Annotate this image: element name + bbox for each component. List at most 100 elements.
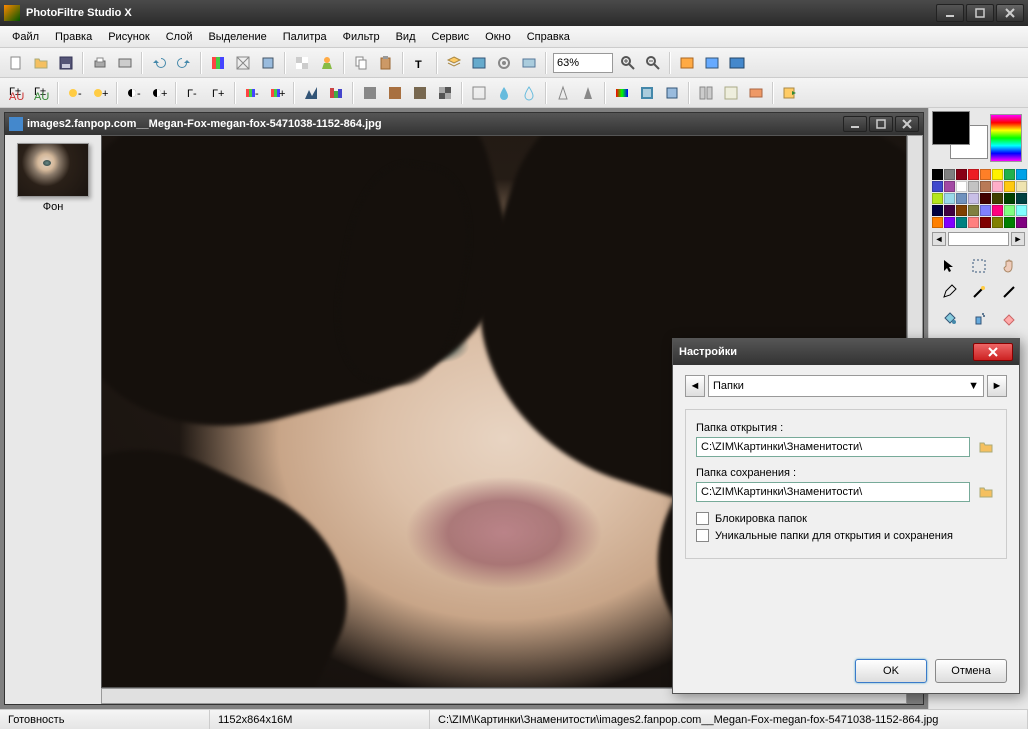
- menu-tools[interactable]: Сервис: [424, 29, 478, 45]
- gamma-minus-icon[interactable]: Γ±AUTO: [4, 81, 28, 105]
- color-swatch[interactable]: [1004, 181, 1015, 192]
- maximize-button[interactable]: [966, 4, 994, 22]
- export-icon[interactable]: [778, 81, 802, 105]
- module3-icon[interactable]: [744, 81, 768, 105]
- color-swatch[interactable]: [932, 169, 943, 180]
- minimize-button[interactable]: [936, 4, 964, 22]
- grayscale-icon[interactable]: [358, 81, 382, 105]
- menu-palette[interactable]: Палитра: [275, 29, 335, 45]
- spectrum-picker[interactable]: [990, 114, 1022, 162]
- antialias-icon[interactable]: [467, 81, 491, 105]
- menu-help[interactable]: Справка: [519, 29, 578, 45]
- color-swatch[interactable]: [956, 169, 967, 180]
- unique-folders-checkbox[interactable]: [696, 529, 709, 542]
- color-swatch[interactable]: [932, 181, 943, 192]
- close-button[interactable]: [996, 4, 1024, 22]
- color-swatch[interactable]: [932, 193, 943, 204]
- reinforce-icon[interactable]: [576, 81, 600, 105]
- run-icon[interactable]: [315, 51, 339, 75]
- paste-icon[interactable]: [374, 51, 398, 75]
- menu-layer[interactable]: Слой: [158, 29, 201, 45]
- color-swatch[interactable]: [944, 217, 955, 228]
- menu-image[interactable]: Рисунок: [100, 29, 158, 45]
- tab-select[interactable]: Папки▼: [708, 375, 984, 397]
- copy-icon[interactable]: [349, 51, 373, 75]
- open-folder-input[interactable]: [696, 437, 970, 457]
- fullscreen-icon[interactable]: [725, 51, 749, 75]
- foreground-color[interactable]: [932, 111, 970, 145]
- contrast-minus-icon[interactable]: -: [122, 81, 146, 105]
- new-icon[interactable]: [4, 51, 28, 75]
- image-size-icon[interactable]: [231, 51, 255, 75]
- color-swatch[interactable]: [980, 205, 991, 216]
- color-swatch[interactable]: [968, 193, 979, 204]
- color-swatch[interactable]: [944, 181, 955, 192]
- brightness-plus-icon[interactable]: +: [88, 81, 112, 105]
- color-swatch[interactable]: [932, 205, 943, 216]
- color-swatch[interactable]: [968, 217, 979, 228]
- dialog-close-button[interactable]: [973, 343, 1013, 361]
- levels-icon[interactable]: [324, 81, 348, 105]
- menu-filter[interactable]: Фильтр: [335, 29, 388, 45]
- color-swatch[interactable]: [992, 217, 1003, 228]
- module2-icon[interactable]: [719, 81, 743, 105]
- scan-icon[interactable]: [113, 51, 137, 75]
- layer-thumbnail[interactable]: [17, 143, 89, 197]
- hand-tool-icon[interactable]: [995, 254, 1023, 278]
- color-swatch[interactable]: [956, 193, 967, 204]
- fit-window-icon[interactable]: [700, 51, 724, 75]
- menu-edit[interactable]: Правка: [47, 29, 100, 45]
- menu-view[interactable]: Вид: [388, 29, 424, 45]
- variations-icon[interactable]: [610, 81, 634, 105]
- color-swatch[interactable]: [956, 217, 967, 228]
- color-swatch[interactable]: [968, 205, 979, 216]
- gamma-plus-icon[interactable]: Γ±AUTO: [29, 81, 53, 105]
- document-titlebar[interactable]: images2.fanpop.com__Megan-Fox-megan-fox-…: [5, 113, 923, 135]
- color-swatch[interactable]: [1004, 205, 1015, 216]
- lock-folders-checkbox[interactable]: [696, 512, 709, 525]
- color-swatch[interactable]: [1004, 217, 1015, 228]
- pipette-tool-icon[interactable]: [935, 280, 963, 304]
- color-swatch[interactable]: [968, 181, 979, 192]
- color-swatch[interactable]: [980, 217, 991, 228]
- palette-next-button[interactable]: ►: [1011, 232, 1025, 246]
- color-swatch[interactable]: [1016, 205, 1027, 216]
- explorer-icon[interactable]: [467, 51, 491, 75]
- sharpen-icon[interactable]: [551, 81, 575, 105]
- brightness-minus-icon[interactable]: -: [63, 81, 87, 105]
- line-tool-icon[interactable]: [995, 280, 1023, 304]
- pointer-tool-icon[interactable]: [935, 254, 963, 278]
- eraser-tool-icon[interactable]: [995, 306, 1023, 330]
- sepia-icon[interactable]: [383, 81, 407, 105]
- blur-icon[interactable]: [492, 81, 516, 105]
- tab-next-button[interactable]: ►: [987, 375, 1007, 397]
- histogram-icon[interactable]: [299, 81, 323, 105]
- spray-tool-icon[interactable]: [965, 306, 993, 330]
- canvas-size-icon[interactable]: [256, 51, 280, 75]
- photomask-icon[interactable]: [635, 81, 659, 105]
- color-swatch[interactable]: [1016, 169, 1027, 180]
- contrast-plus-icon[interactable]: +: [147, 81, 171, 105]
- plugin-icon[interactable]: [660, 81, 684, 105]
- zoom-in-icon[interactable]: [616, 51, 640, 75]
- color-swatch[interactable]: [1016, 181, 1027, 192]
- layers-icon[interactable]: [442, 51, 466, 75]
- doc-close-button[interactable]: [895, 116, 919, 132]
- saturation-plus-icon[interactable]: +: [265, 81, 289, 105]
- menu-window[interactable]: Окно: [477, 29, 519, 45]
- menu-file[interactable]: Файл: [4, 29, 47, 45]
- dither-icon[interactable]: [433, 81, 457, 105]
- zoom-out-icon[interactable]: [641, 51, 665, 75]
- automate-icon[interactable]: [492, 51, 516, 75]
- soften-icon[interactable]: [517, 81, 541, 105]
- redo-icon[interactable]: [172, 51, 196, 75]
- color-swatch[interactable]: [1016, 217, 1027, 228]
- module1-icon[interactable]: [694, 81, 718, 105]
- preferences-icon[interactable]: [517, 51, 541, 75]
- open-icon[interactable]: [29, 51, 53, 75]
- color-swatch[interactable]: [992, 205, 1003, 216]
- color-swatch[interactable]: [1016, 193, 1027, 204]
- fill-tool-icon[interactable]: [935, 306, 963, 330]
- zoom-input[interactable]: [553, 53, 613, 73]
- undo-icon[interactable]: [147, 51, 171, 75]
